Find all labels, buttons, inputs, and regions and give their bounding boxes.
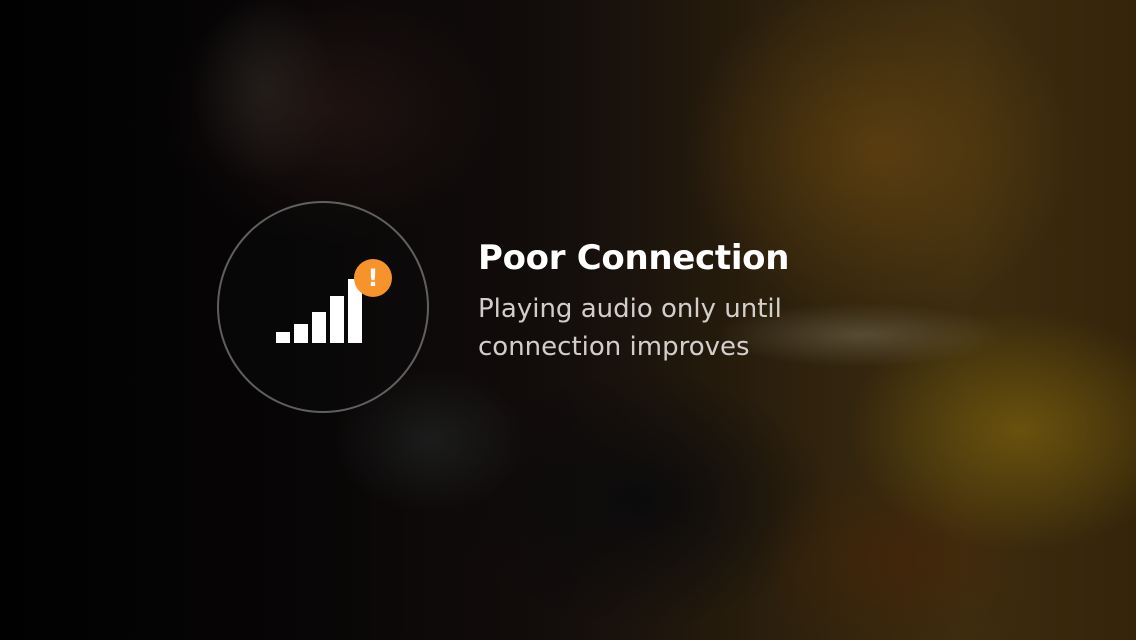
video-background: ! Poor Connection Playing audio only unt… xyxy=(0,0,1136,640)
connection-message: Poor Connection Playing audio only until… xyxy=(478,236,898,366)
notice-subtitle-line: connection improves xyxy=(478,332,750,362)
signal-bar xyxy=(312,312,326,343)
signal-bar xyxy=(330,296,344,343)
signal-bar xyxy=(294,324,308,343)
exclamation-icon: ! xyxy=(354,259,392,297)
signal-strength-icon xyxy=(276,275,366,343)
signal-bar xyxy=(276,332,290,343)
notice-subtitle-line: Playing audio only until xyxy=(478,294,782,324)
notice-subtitle: Playing audio only until connection impr… xyxy=(478,290,898,366)
notice-title: Poor Connection xyxy=(478,238,790,278)
connection-status-ring: ! xyxy=(217,201,429,413)
